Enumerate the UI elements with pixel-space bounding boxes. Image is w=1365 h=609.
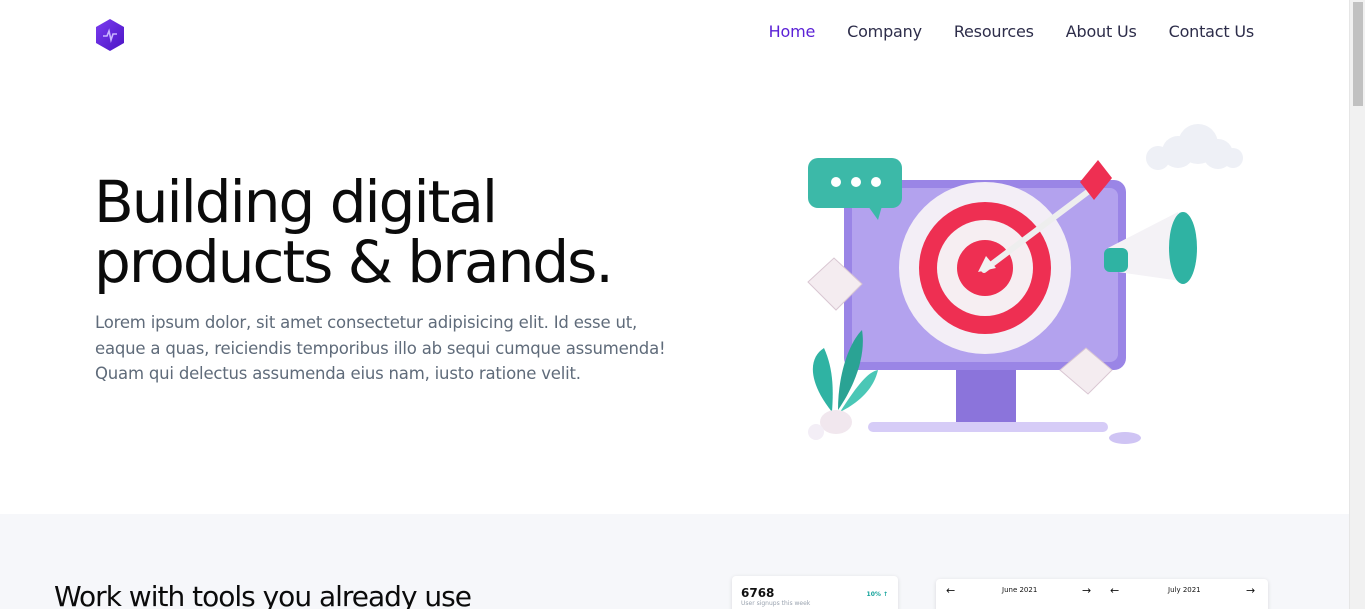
next-month-button[interactable]: → [1082, 584, 1091, 597]
calendar-month-july: July 2021 [1168, 586, 1201, 594]
stat-value: 6768 [741, 586, 775, 600]
hero-title-line2: products & brands. [94, 228, 614, 296]
marketing-target-illustration [807, 124, 1243, 444]
tools-heading: Work with tools you already use [54, 580, 472, 609]
nav-home-link[interactable]: Home [769, 22, 816, 41]
hero-title-line1: Building digital [94, 168, 498, 236]
hero-section: Building digital products & brands. Lore… [0, 70, 1349, 514]
tools-section: Work with tools you already use 6768 10%… [0, 514, 1349, 609]
nav-resources-link[interactable]: Resources [954, 22, 1034, 41]
main-nav: Home Company Resources About Us Contact … [769, 22, 1255, 41]
calendar-card: ← June 2021 → ← July 2021 → [936, 579, 1268, 609]
stat-label: User signups this week [741, 600, 811, 607]
stat-change: 10% ↑ [866, 591, 888, 598]
hero-title: Building digital products & brands. [94, 172, 714, 292]
nav-contact-link[interactable]: Contact Us [1169, 22, 1255, 41]
page-scrollbar[interactable] [1349, 0, 1365, 609]
next-month-button-2[interactable]: → [1246, 584, 1255, 597]
cloud-icon [1146, 124, 1243, 170]
site-header: Home Company Resources About Us Contact … [0, 0, 1349, 70]
nav-about-link[interactable]: About Us [1066, 22, 1137, 41]
calendar-month-june: June 2021 [1002, 586, 1038, 594]
brand-logo-icon[interactable] [95, 18, 125, 52]
scrollbar-thumb[interactable] [1353, 2, 1363, 106]
prev-month-button-2[interactable]: ← [1110, 584, 1119, 597]
hero-description: Lorem ipsum dolor, sit amet consectetur … [95, 313, 666, 383]
prev-month-button[interactable]: ← [946, 584, 955, 597]
signup-stat-card: 6768 10% ↑ User signups this week [732, 576, 898, 609]
nav-company-link[interactable]: Company [847, 22, 922, 41]
